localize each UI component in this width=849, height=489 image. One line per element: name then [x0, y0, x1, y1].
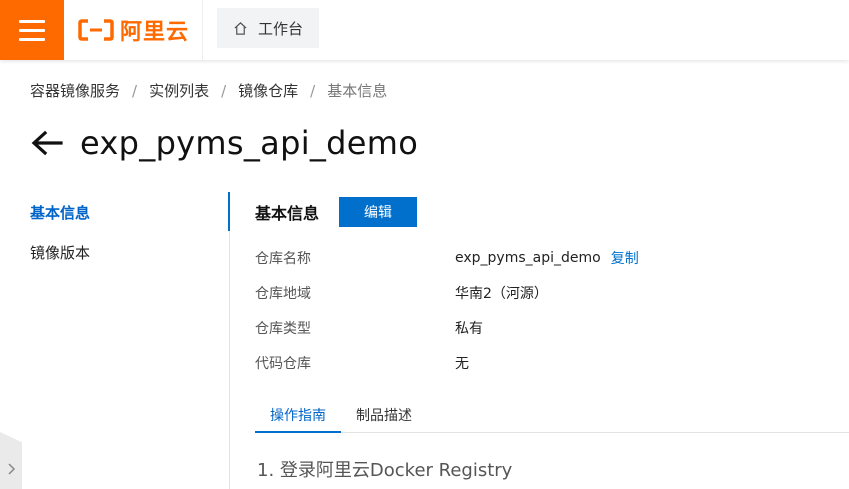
edit-button[interactable]: 编辑: [339, 197, 418, 227]
info-label: 仓库地域: [255, 285, 311, 302]
repo-name-value: exp_pyms_api_demo: [455, 249, 601, 266]
info-label: 仓库名称: [255, 250, 311, 267]
repo-type-value: 私有: [455, 320, 483, 337]
side-nav-item-basic-info[interactable]: 基本信息: [30, 200, 90, 226]
breadcrumb-separator: /: [221, 81, 227, 100]
info-row-repo-name: 仓库名称 exp_pyms_api_demo 复制: [255, 240, 639, 275]
breadcrumb-separator: /: [310, 81, 316, 100]
menu-icon[interactable]: [0, 0, 64, 60]
region-value: 华南2（河源）: [455, 285, 548, 302]
copy-link[interactable]: 复制: [611, 248, 639, 268]
guide-step-heading: 1. 登录阿里云Docker Registry: [257, 460, 513, 481]
side-nav-divider: [229, 192, 230, 489]
info-row-code-repo: 代码仓库 无: [255, 345, 639, 380]
workbench-button[interactable]: 工作台: [217, 8, 319, 48]
tab-operation-guide[interactable]: 操作指南: [255, 402, 341, 433]
breadcrumb-container-registry[interactable]: 容器镜像服务: [30, 80, 120, 101]
info-row-region: 仓库地域 华南2（河源）: [255, 275, 639, 310]
tab-artifact-description[interactable]: 制品描述: [341, 402, 427, 433]
top-bar: 阿里云 工作台: [0, 0, 849, 60]
workbench-label: 工作台: [258, 19, 304, 38]
code-repo-value: 无: [455, 355, 469, 372]
section-title: 基本信息: [255, 204, 320, 223]
info-label: 代码仓库: [255, 355, 311, 372]
chevron-right-icon: [8, 462, 16, 475]
menu-line: [19, 19, 45, 23]
info-row-repo-type: 仓库类型 私有: [255, 310, 639, 345]
basic-info-header: 基本信息 编辑: [255, 197, 418, 227]
header-divider: [202, 0, 203, 60]
breadcrumb: 容器镜像服务 / 实例列表 / 镜像仓库 / 基本信息: [30, 80, 387, 101]
menu-line: [19, 28, 45, 32]
side-nav-item-image-versions[interactable]: 镜像版本: [30, 240, 90, 266]
home-icon: [234, 21, 247, 35]
title-row: exp_pyms_api_demo: [30, 124, 418, 162]
menu-line: [19, 37, 45, 41]
side-expander[interactable]: [0, 432, 22, 489]
breadcrumb-image-repo[interactable]: 镜像仓库: [238, 80, 298, 101]
aliyun-logo-icon: [78, 19, 114, 41]
side-nav-active-indicator: [228, 192, 230, 231]
back-arrow-icon[interactable]: [30, 128, 64, 158]
breadcrumb-current: 基本信息: [327, 82, 388, 100]
aliyun-logo[interactable]: 阿里云: [78, 12, 189, 48]
breadcrumb-separator: /: [132, 81, 138, 100]
logo-text: 阿里云: [120, 20, 190, 45]
breadcrumb-instance-list[interactable]: 实例列表: [149, 80, 209, 101]
side-nav: 基本信息 镜像版本: [30, 200, 90, 280]
page-title: exp_pyms_api_demo: [80, 124, 419, 162]
info-label: 仓库类型: [255, 320, 311, 337]
basic-info-table: 仓库名称 exp_pyms_api_demo 复制 仓库地域 华南2（河源） 仓…: [255, 240, 639, 380]
tab-bar: 操作指南 制品描述: [255, 402, 849, 433]
info-value: exp_pyms_api_demo 复制: [455, 248, 639, 268]
